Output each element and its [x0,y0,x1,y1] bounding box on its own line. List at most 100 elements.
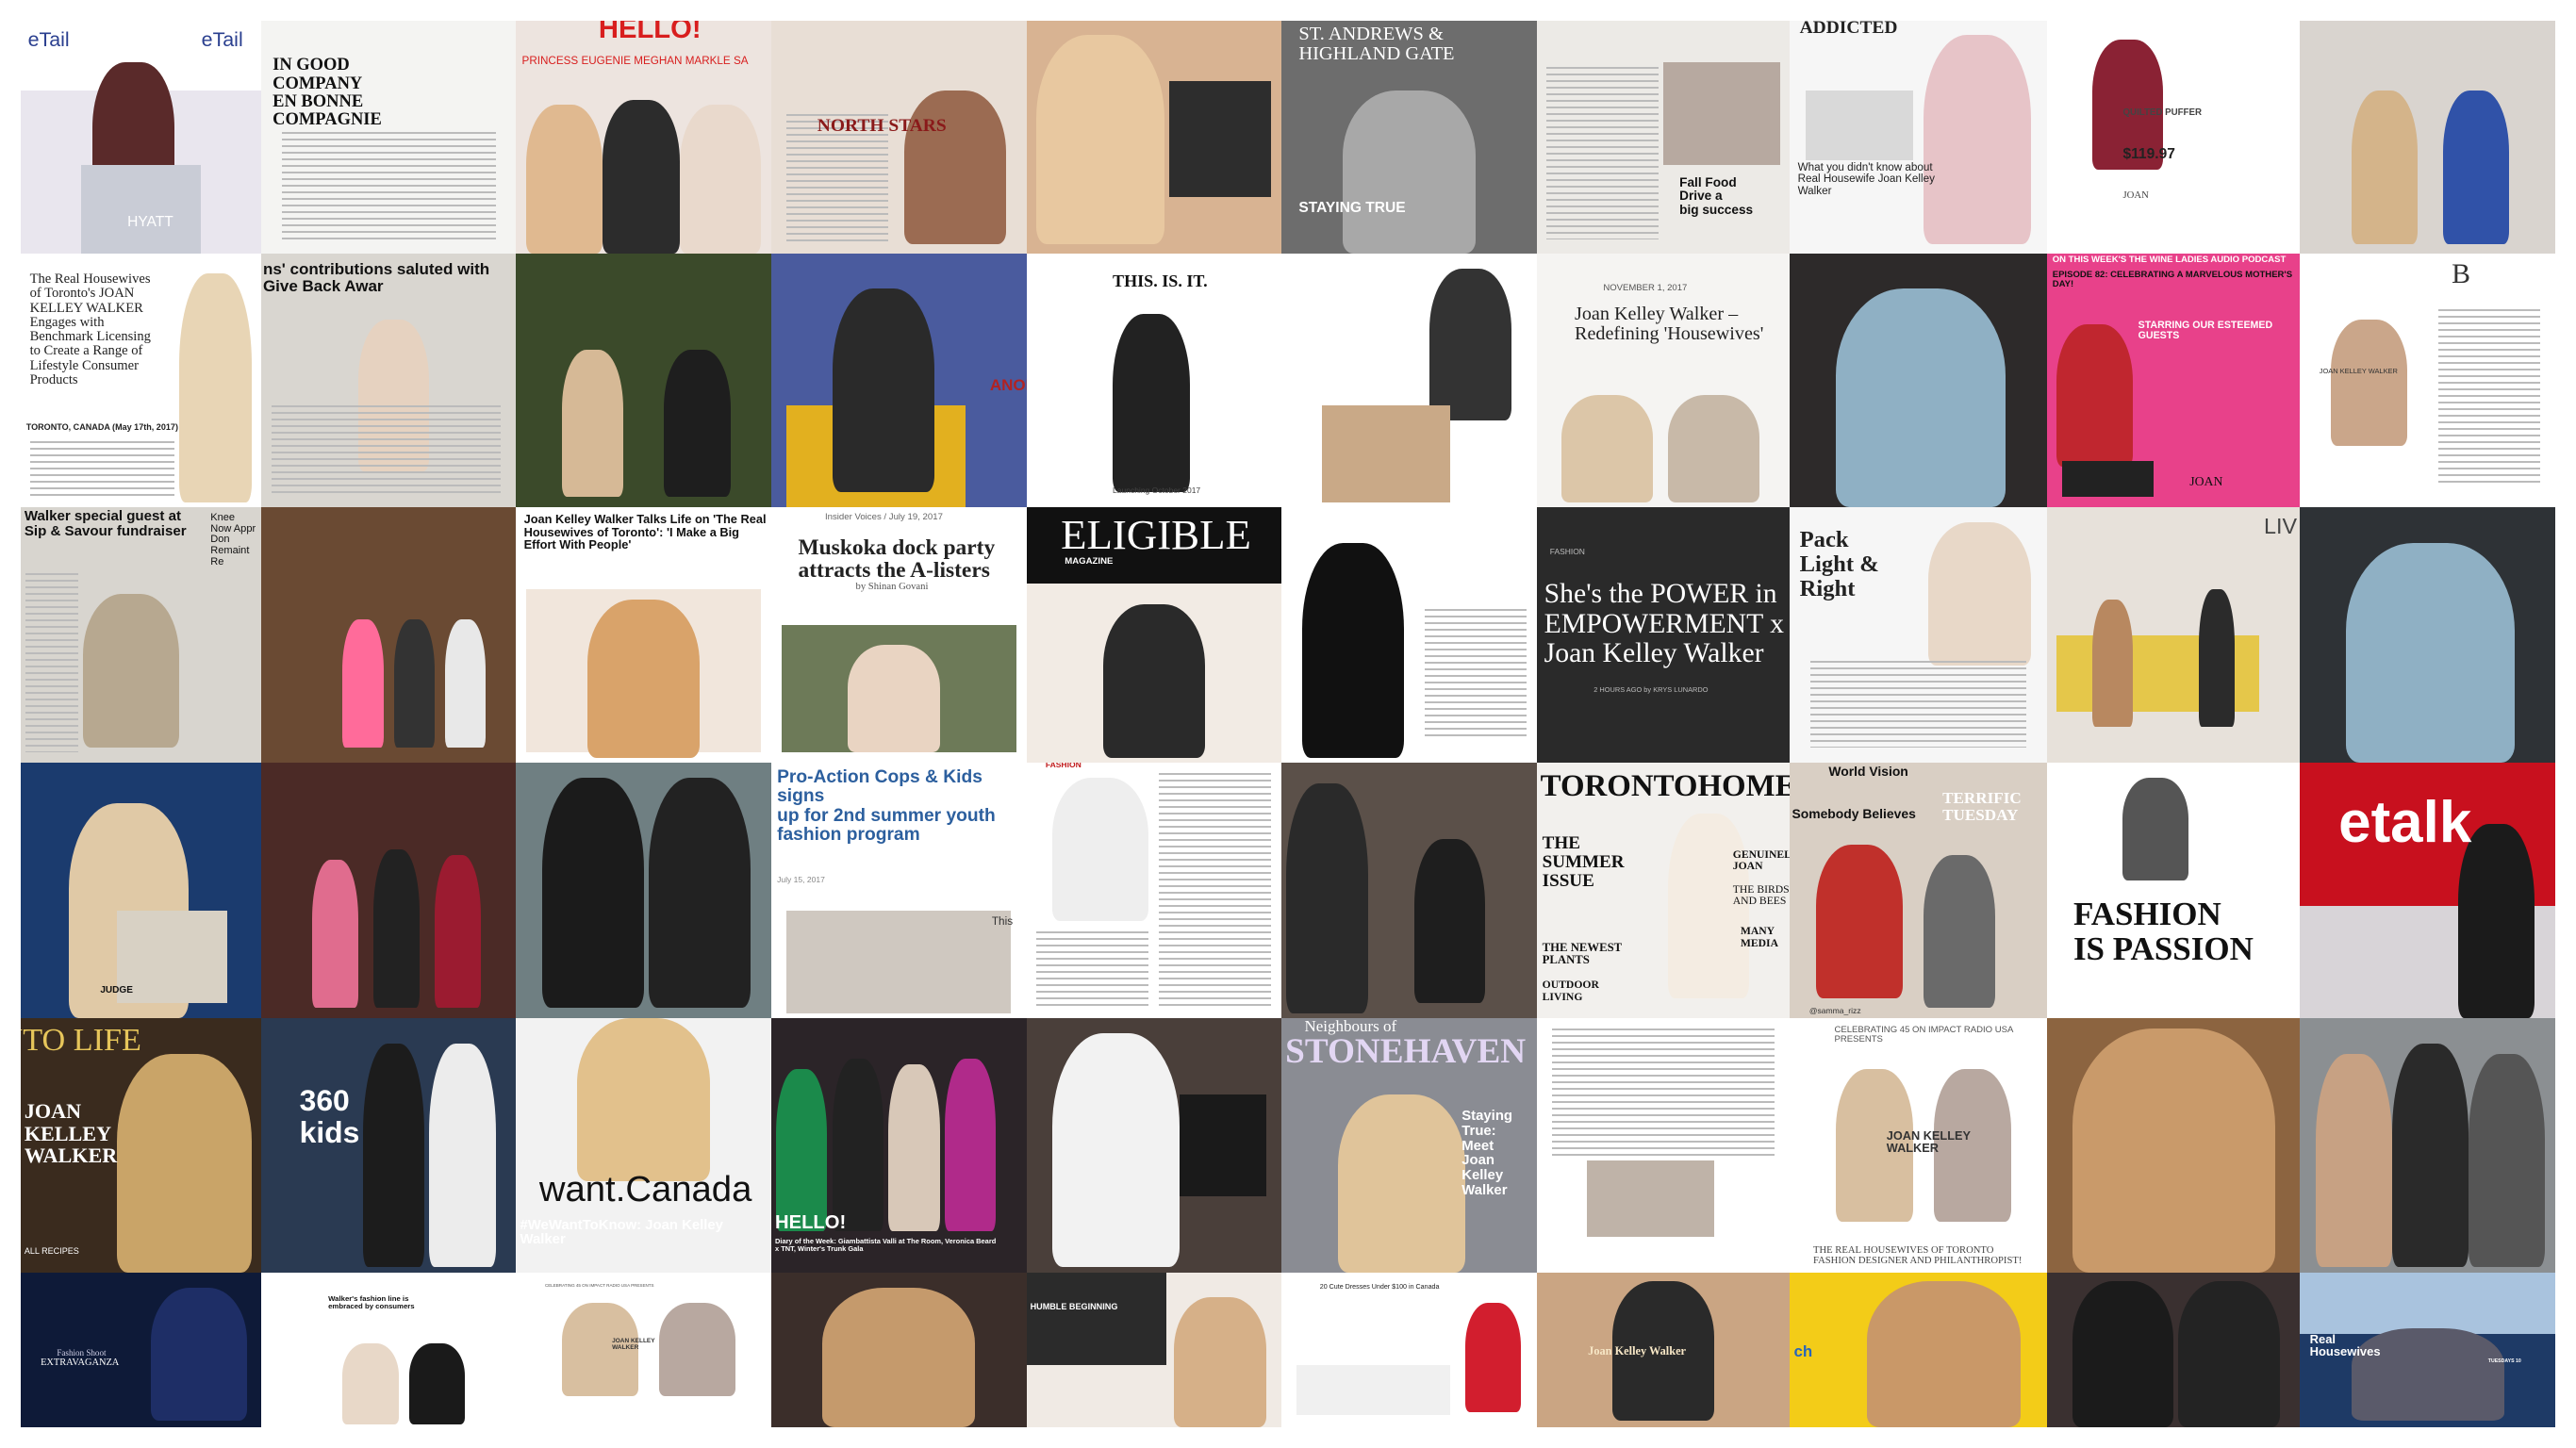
tile-caption: TORONTO LIFE [21,1023,141,1059]
tile-caption: ANOKHI [989,376,1027,395]
person-figure [1413,839,1486,1003]
tile-caption: EPISODE 82: CELEBRATING A MARVELOUS MOTH… [2052,269,2293,289]
tile-caption: TUESDAYS 10 [2487,1358,2521,1365]
press-tile-portrait-warm [2046,1018,2301,1273]
person-figure [1102,604,1205,758]
person-figure [1342,90,1476,254]
press-tile-hello-cover: HELLO! PRINCESS EUGENIE MEGHAN MARKLE SA [516,21,771,254]
tile-caption: Launching October 2017 [1113,485,1201,495]
press-tile-etail-stage: eTail eTail HYATT [21,21,261,254]
press-tile-humble: HUMBLE BEGINNING [1026,1272,1282,1427]
tile-caption: THE NEWEST PLANTS [1542,940,1623,967]
podium [80,164,202,254]
press-tile-camera [1026,21,1282,254]
person-figure [832,288,935,492]
photo-block [1587,1160,1714,1237]
tile-caption: EXTRAVAGANZA [41,1358,120,1369]
tile-caption: Insider Voices / July 19, 2017 [824,512,943,523]
tile-caption: Muskoka dock party attracts the A-lister… [798,535,996,584]
tile-caption: THIS. IS. IT. [1113,271,1208,290]
text-column [1159,772,1272,1009]
press-tile-etalk: etalk [2300,763,2555,1019]
camera-body [1169,81,1272,198]
tile-caption: FASHION [1549,546,1585,556]
person-figure [679,104,762,254]
press-tile-sequin-jacket [1790,253,2047,507]
tile-caption: ST. ANDREWS & HIGHLAND GATE [1298,23,1455,65]
person-figure [1301,542,1404,758]
press-tile-newsprint: ns' contributions saluted with Give Back… [260,253,517,507]
person-figure [2072,1028,2275,1273]
tile-caption: #WeWantToKnow: Joan Kelley Walker [520,1217,723,1248]
press-tile-event-collage [516,253,771,507]
tile-caption: JOAN KELLEY WALKER [2319,367,2398,376]
person-figure [150,1288,247,1422]
press-tile-studio [2300,21,2555,254]
tile-caption: Real Housewives [2309,1331,2381,1359]
person-figure [1561,395,1654,502]
tile-caption: Joan Kelley Walker – Redefining 'Housewi… [1575,304,1764,345]
tile-caption: STONEHAVEN [1285,1032,1527,1072]
tile-caption: NOVEMBER 1, 2017 [1603,283,1688,294]
tile-caption: ns' contributions saluted with Give Back… [262,259,490,295]
tile-caption: etalk [2338,789,2472,855]
person-figure [1337,1094,1465,1273]
tile-caption: HELLO! [598,21,702,45]
press-tile-fashion-shoot: Fashion Shoot EXTRAVAGANZA [21,1272,261,1427]
press-tile-product: QUILTED PUFFER $119.97 JOAN [2046,21,2301,254]
tile-caption: QUILTED PUFFER [2122,107,2202,118]
press-tile-magazine-white: B JOAN KELLEY WALKER [2300,253,2555,507]
press-tile-pack-light: Pack Light & Right [1790,506,2047,764]
text-column [2437,308,2540,487]
press-tile-web-fashion: Walker's fashion line is embraced by con… [260,1272,517,1427]
tile-caption: MAGAZINE [1065,555,1114,567]
press-tile-stonehaven: Neighbours of STONEHAVEN Staying True: Mee… [1281,1018,1537,1273]
photo-block [1805,90,1914,160]
person-figure [342,1343,399,1424]
tile-caption: HUMBLE BEGINNING [1030,1301,1118,1311]
tile-caption: Pack Light & Right [1799,527,1879,602]
press-tile-world-vision: World Vision Somebody Believes TERRIFIC TU… [1790,763,2047,1019]
tile-caption: TORONTOHOME [1540,769,1791,804]
photo-block [1296,1365,1450,1415]
press-tile-toronto-leader [1281,506,1537,764]
text-column [30,440,175,498]
press-tile-eligible: ELIGIBLE MAGAZINE [1026,506,1282,764]
text-column [25,573,79,753]
press-tile-web-article: ADDICTED What you didn't know about Real … [1790,21,2047,254]
tile-caption: Fall Food Drive a big success [1679,175,1754,217]
press-tile-kids-360: 360 kids [260,1018,517,1273]
person-figure [1867,1281,2022,1427]
camera-body [1179,1094,1266,1196]
press-tile-portrait-yellow: ch [1790,1272,2047,1427]
press-tile-fashion-page: THIS. IS. IT. Launching October 2017 [1026,253,1282,507]
person-figure [1174,1296,1266,1427]
press-tile-tv-set [260,506,517,764]
person-figure [1464,1303,1522,1412]
press-tile-podcast: ON THIS WEEK'S THE WINE LADIES AUDIO POD… [2046,253,2301,507]
person-figure [822,1288,976,1427]
person-figure [2442,90,2510,244]
tile-caption: The Real Housewives of Toronto's JOAN KE… [29,271,151,388]
tile-caption: HELLO! [775,1211,847,1233]
press-tile-yellow-chair: ANOKHI [770,253,1027,507]
tile-caption: eTail [27,28,70,52]
press-tile-fashion-article: FASHION [1026,763,1282,1019]
person-figure [1051,778,1149,922]
press-tile-fashion-passion: FASHION IS PASSION [2046,763,2301,1019]
press-tile-radio: CELEBRATING 45 ON IMPACT RADIO USA PRESE… [516,1272,771,1427]
tile-caption: Staying True: Meet Joan Kelley Walker [1461,1109,1512,1198]
press-tile-jkw-name: Joan Kelley Walker [1536,1272,1791,1427]
tile-caption: MANY MEDIA [1740,925,1778,949]
text-column [1810,660,2026,748]
press-tile-portrait-dark [770,1272,1027,1427]
person-figure [2315,1053,2392,1268]
tile-caption: HYATT [127,213,173,230]
person-figure [1928,522,2032,666]
person-figure [848,645,940,753]
person-figure [312,860,358,1009]
person-figure [649,778,751,1009]
tile-caption: ch [1793,1341,1813,1360]
person-figure [776,1069,828,1232]
press-tile-three-women [2300,1018,2555,1273]
